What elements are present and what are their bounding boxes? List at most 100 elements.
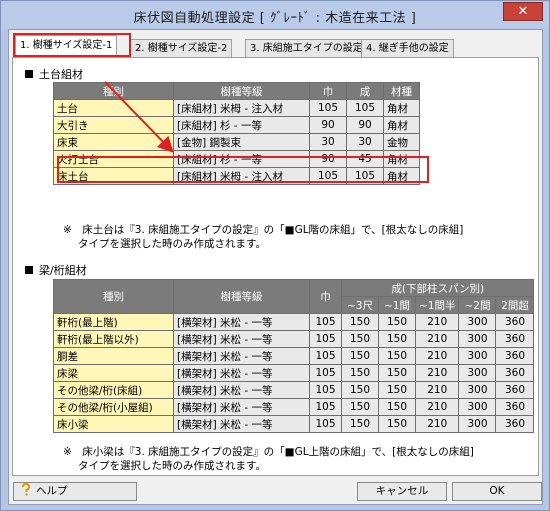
table-row[interactable]: 軒桁(最上階以外) [横架材] 米松 - 一等 105 150 150 210 300 360 <box>53 330 535 348</box>
table-row[interactable]: 床小梁 [横架材] 米松 - 一等 105 150 150 210 300 360 <box>53 415 535 433</box>
beam-table-body: 軒桁(最上階) [横架材] 米松 - 一等 105 150 150 210 300 360 軒桁… <box>53 313 535 433</box>
row-kind: 胴差 <box>53 347 174 365</box>
row-height-span-4[interactable]: 300 <box>458 330 497 348</box>
row-height-span-5[interactable]: 360 <box>495 364 535 382</box>
row-kind: その他梁/桁(小屋組) <box>53 398 174 416</box>
row-height-span-3[interactable]: 210 <box>414 330 460 348</box>
tab-joints-other[interactable]: 4. 継ぎ手他の設定 <box>361 39 454 57</box>
row-height-span-3[interactable]: 210 <box>414 381 460 399</box>
row-grade[interactable]: [横架材] 米松 - 一等 <box>173 330 310 348</box>
help-question-icon <box>22 483 31 496</box>
beam-table: 種別 樹種等級 巾 成(下部柱スパン別) ~3尺 ~1間 ~1間半 ~2間 2間… <box>53 279 535 433</box>
help-button[interactable]: ヘルプ <box>13 482 137 501</box>
tab-size-settings-1[interactable]: 1. 樹種サイズ設定-1 <box>15 35 118 58</box>
table-row[interactable]: 胴差 [横架材] 米松 - 一等 105 150 150 210 300 360 <box>53 347 535 365</box>
header-span-3: ~1間半 <box>414 296 460 314</box>
row-height-span-1[interactable]: 150 <box>341 347 379 365</box>
row-width[interactable]: 105 <box>309 313 342 331</box>
table-row[interactable]: 床梁 [横架材] 米松 - 一等 105 150 150 210 300 360 <box>53 364 535 382</box>
sill-note-line-1: ※ 床土台は『3. 床組施工タイプの設定』の「■GL階の床組」で、[根太なしの床… <box>63 224 464 236</box>
bullet-square-icon <box>25 266 33 274</box>
window-title: 床伏図自動処理設定 [ ｸﾞﾚｰﾄﾞ : 木造在来工法 ] <box>133 11 417 26</box>
row-width[interactable]: 105 <box>309 347 342 365</box>
row-height-span-1[interactable]: 150 <box>341 330 379 348</box>
title-bar: 床伏図自動処理設定 [ ｸﾞﾚｰﾄﾞ : 木造在来工法 ] ✕ <box>1 1 549 29</box>
row-height-span-4[interactable]: 300 <box>458 381 497 399</box>
cancel-button[interactable]: キャンセル <box>357 482 447 501</box>
row-height-span-4[interactable]: 300 <box>458 347 497 365</box>
table-header-row: 種別 樹種等級 巾 成(下部柱スパン別) <box>53 279 535 314</box>
header-kind: 種別 <box>53 279 174 314</box>
row-height-span-5[interactable]: 360 <box>495 313 535 331</box>
row-kind: 軒桁(最上階) <box>53 313 174 331</box>
row-width[interactable]: 105 <box>309 364 342 382</box>
row-height-span-4[interactable]: 300 <box>458 313 497 331</box>
row-height-span-3[interactable]: 210 <box>414 398 460 416</box>
header-span-4: ~2間 <box>458 296 497 314</box>
header-span-1: ~3尺 <box>341 296 379 314</box>
row-height-span-2[interactable]: 150 <box>378 364 416 382</box>
row-height-span-4[interactable]: 300 <box>458 398 497 416</box>
close-button[interactable]: ✕ <box>503 2 543 21</box>
row-width[interactable]: 105 <box>309 398 342 416</box>
row-height-span-2[interactable]: 150 <box>378 313 416 331</box>
row-height-span-5[interactable]: 360 <box>495 381 535 399</box>
header-span-2: ~1間 <box>378 296 416 314</box>
row-height-span-1[interactable]: 150 <box>341 381 379 399</box>
row-height-span-1[interactable]: 150 <box>341 398 379 416</box>
row-height-span-5[interactable]: 360 <box>495 330 535 348</box>
row-height-span-1[interactable]: 150 <box>341 313 379 331</box>
row-width[interactable]: 105 <box>309 415 342 433</box>
row-height-span-5[interactable]: 360 <box>495 415 535 433</box>
tab-floor-construction-type[interactable]: 3. 床組施工タイプの設定 <box>245 39 368 57</box>
row-height-span-4[interactable]: 300 <box>458 415 497 433</box>
row-height-span-2[interactable]: 150 <box>378 330 416 348</box>
header-grade: 樹種等級 <box>173 279 310 314</box>
row-grade[interactable]: [横架材] 米松 - 一等 <box>173 313 310 331</box>
row-grade[interactable]: [横架材] 米松 - 一等 <box>173 347 310 365</box>
row-width[interactable]: 105 <box>309 381 342 399</box>
beam-note: ※ 床小梁は『3. 床組施工タイプの設定』の「■GL上階の床組」で、[根太なしの… <box>63 445 474 473</box>
row-height-span-5[interactable]: 360 <box>495 398 535 416</box>
header-height-by-span: 成(下部柱スパン別) <box>340 279 535 297</box>
row-height-span-1[interactable]: 150 <box>341 415 379 433</box>
annotation-arrow <box>104 81 174 153</box>
sill-note: ※ 床土台は『3. 床組施工タイプの設定』の「■GL階の床組」で、[根太なしの床… <box>63 223 463 251</box>
dialog-window: 床伏図自動処理設定 [ ｸﾞﾚｰﾄﾞ : 木造在来工法 ] ✕ 1. 樹種サイズ… <box>0 0 550 511</box>
tab-panel: 土台組材 種別 樹種等級 巾 成 材種 土台 [床組材] 米栂 - 注入材 10… <box>12 57 539 476</box>
row-height-span-3[interactable]: 210 <box>414 415 460 433</box>
row-height-span-1[interactable]: 150 <box>341 364 379 382</box>
row-kind: 床小梁 <box>53 415 174 433</box>
tab-size-settings-2[interactable]: 2. 樹種サイズ設定-2 <box>130 39 233 57</box>
row-kind: その他梁/桁(床組) <box>53 381 174 399</box>
beam-note-line-2: タイプを選択した時のみ作成されます。 <box>78 460 266 472</box>
row-grade[interactable]: [横架材] 米松 - 一等 <box>173 415 310 433</box>
table-row[interactable]: その他梁/桁(床組) [横架材] 米松 - 一等 105 150 150 210 300 36… <box>53 381 535 399</box>
beam-note-line-1: ※ 床小梁は『3. 床組施工タイプの設定』の「■GL上階の床組」で、[根太なしの… <box>63 446 474 458</box>
dialog-client: 1. 樹種サイズ設定-1 2. 樹種サイズ設定-2 3. 床組施工タイプの設定 … <box>8 29 543 505</box>
row-height-span-5[interactable]: 360 <box>495 347 535 365</box>
row-kind: 軒桁(最上階以外) <box>53 330 174 348</box>
table-row[interactable]: 軒桁(最上階) [横架材] 米松 - 一等 105 150 150 210 300 360 <box>53 313 535 331</box>
row-height-span-4[interactable]: 300 <box>458 364 497 382</box>
row-grade[interactable]: [横架材] 米松 - 一等 <box>173 398 310 416</box>
ok-button[interactable]: OK <box>452 482 542 501</box>
row-height-span-2[interactable]: 150 <box>378 415 416 433</box>
section-title-beam: 梁/桁組材 <box>25 262 87 278</box>
row-height-span-2[interactable]: 150 <box>378 381 416 399</box>
header-span-5: 2間超 <box>495 296 535 314</box>
row-height-span-3[interactable]: 210 <box>414 313 460 331</box>
row-height-span-2[interactable]: 150 <box>378 347 416 365</box>
row-height-span-2[interactable]: 150 <box>378 398 416 416</box>
row-height-span-3[interactable]: 210 <box>414 364 460 382</box>
row-grade[interactable]: [横架材] 米松 - 一等 <box>173 381 310 399</box>
table-row[interactable]: その他梁/桁(小屋組) [横架材] 米松 - 一等 105 150 150 210 300 3… <box>53 398 535 416</box>
help-button-label: ヘルプ <box>36 485 68 497</box>
row-height-span-3[interactable]: 210 <box>414 347 460 365</box>
row-grade[interactable]: [横架材] 米松 - 一等 <box>173 364 310 382</box>
section-title-beam-text: 梁/桁組材 <box>39 264 87 277</box>
row-width[interactable]: 105 <box>309 330 342 348</box>
row-kind: 床梁 <box>53 364 174 382</box>
sill-note-line-2: タイプを選択した時のみ作成されます。 <box>78 238 266 250</box>
header-width: 巾 <box>309 279 342 314</box>
